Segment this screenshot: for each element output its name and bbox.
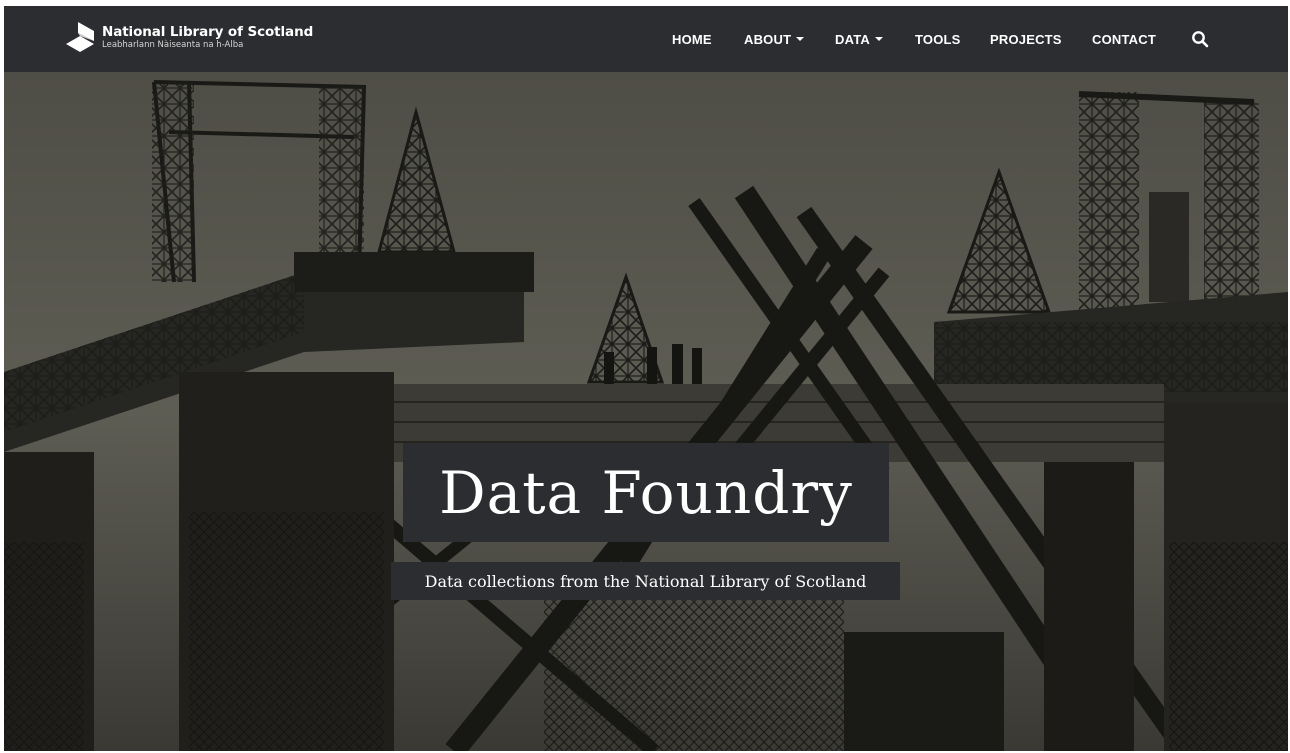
caret-down-icon [874, 37, 883, 41]
page: National Library of Scotland Leabharlann… [4, 6, 1288, 751]
nav-home-label: HOME [672, 31, 712, 47]
brand-text: National Library of Scotland Leabharlann… [102, 25, 313, 51]
hero-subtitle: Data collections from the National Libra… [424, 571, 867, 591]
nav-tools[interactable]: TOOLS [915, 32, 961, 47]
hero-background-image [4, 72, 1288, 751]
nav-tools-label: TOOLS [915, 31, 961, 47]
nav-projects[interactable]: PROJECTS [990, 32, 1062, 47]
brand-subtitle: Leabharlann Nàiseanta na h-Alba [102, 40, 244, 50]
library-logo-icon [66, 22, 94, 52]
navbar: National Library of Scotland Leabharlann… [4, 6, 1288, 72]
hero-banner: Data Foundry Data collections from the N… [4, 72, 1288, 751]
search-icon[interactable] [1191, 30, 1209, 48]
nav-home[interactable]: HOME [672, 32, 712, 47]
nav-data-label: DATA [835, 31, 870, 47]
brand-home-link[interactable]: National Library of Scotland Leabharlann… [64, 18, 313, 58]
caret-down-icon [796, 37, 805, 41]
nav-projects-label: PROJECTS [990, 31, 1062, 47]
nav-contact[interactable]: CONTACT [1092, 32, 1156, 47]
hero-title: Data Foundry [439, 458, 853, 527]
nav-about[interactable]: ABOUT [744, 31, 805, 47]
hero-title-box: Data Foundry [403, 443, 889, 542]
nav-data[interactable]: DATA [835, 32, 883, 47]
nav-about-label: ABOUT [744, 31, 792, 47]
nav-contact-label: CONTACT [1092, 31, 1156, 47]
hero-subtitle-box: Data collections from the National Libra… [391, 562, 900, 600]
brand-name: National Library of Scotland [102, 24, 314, 40]
